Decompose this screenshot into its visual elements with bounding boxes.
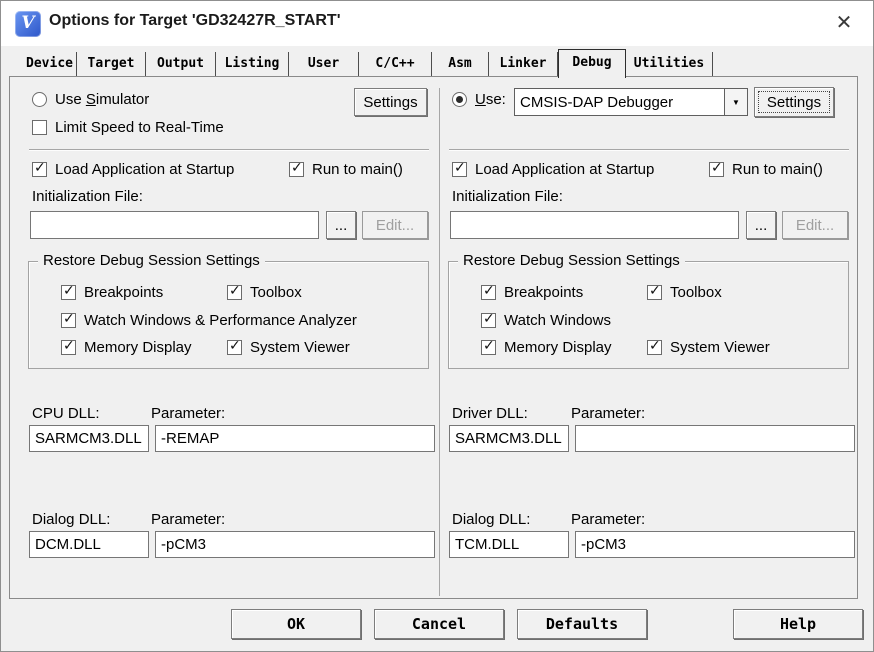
use-debugger-radio[interactable]: Use:	[452, 91, 506, 108]
debugger-settings-button[interactable]: Settings	[754, 87, 834, 117]
left-init-file-label: Initialization File:	[32, 188, 143, 205]
title-bar: V Options for Target 'GD32427R_START' ✕	[1, 1, 873, 46]
tab-device[interactable]: Device	[23, 52, 77, 76]
left-separator	[29, 149, 429, 150]
cpu-dll-label: CPU DLL:	[32, 405, 100, 422]
right-breakpoints-checkbox[interactable]: ✓ Breakpoints	[481, 284, 583, 301]
right-toolbox-checkbox[interactable]: ✓ Toolbox	[647, 284, 722, 301]
tab-target[interactable]: Target	[77, 52, 146, 76]
debugger-select[interactable]: CMSIS-DAP Debugger ▼	[514, 88, 748, 116]
checkbox-box: ✓	[61, 340, 76, 355]
right-dialog-dll-label: Dialog DLL:	[452, 511, 530, 528]
left-param1-input[interactable]	[155, 425, 435, 452]
ok-button[interactable]: OK	[231, 609, 361, 639]
right-dialog-dll-input[interactable]	[449, 531, 569, 558]
checkbox-box: ✓	[452, 162, 467, 177]
dialog-title: Options for Target 'GD32427R_START'	[49, 12, 341, 30]
checkbox-box: ✓	[481, 285, 496, 300]
driver-dll-input[interactable]	[449, 425, 569, 452]
left-param2-input[interactable]	[155, 531, 435, 558]
left-edit-button[interactable]: Edit...	[362, 211, 428, 239]
tab-debug[interactable]: Debug	[558, 49, 626, 78]
right-restore-group: Restore Debug Session Settings ✓ Breakpo…	[448, 261, 849, 369]
use-simulator-radio[interactable]: Use Simulator	[32, 91, 149, 108]
right-param1-input[interactable]	[575, 425, 855, 452]
left-memory-checkbox[interactable]: ✓ Memory Display	[61, 339, 192, 356]
checkbox-box: ✓	[61, 285, 76, 300]
right-load-app-checkbox[interactable]: ✓ Load Application at Startup	[452, 161, 654, 178]
tab-utilities[interactable]: Utilities	[626, 52, 713, 76]
left-dialog-dll-input[interactable]	[29, 531, 149, 558]
cancel-button[interactable]: Cancel	[374, 609, 504, 639]
chevron-down-icon[interactable]: ▼	[724, 89, 747, 115]
checkbox-box: ✓	[32, 162, 47, 177]
tab-asm[interactable]: Asm	[432, 52, 489, 76]
tab-ccpp[interactable]: C/C++	[359, 52, 432, 76]
left-init-file-input[interactable]	[30, 211, 319, 239]
left-param2-label: Parameter:	[151, 511, 225, 528]
checkbox-box: ✓	[709, 162, 724, 177]
left-param1-label: Parameter:	[151, 405, 225, 422]
left-browse-button[interactable]: ...	[326, 211, 356, 239]
right-param1-label: Parameter:	[571, 405, 645, 422]
uvision-logo-icon: V	[15, 11, 41, 37]
checkbox-box: ✓	[481, 340, 496, 355]
right-browse-button[interactable]: ...	[746, 211, 776, 239]
right-param2-label: Parameter:	[571, 511, 645, 528]
right-separator	[449, 149, 849, 150]
cpu-dll-input[interactable]	[29, 425, 149, 452]
checkbox-box: ✓	[32, 120, 47, 135]
radio-circle	[452, 92, 467, 107]
checkbox-box: ✓	[481, 313, 496, 328]
left-load-app-checkbox[interactable]: ✓ Load Application at Startup	[32, 161, 234, 178]
left-restore-group: Restore Debug Session Settings ✓ Breakpo…	[28, 261, 429, 369]
simulator-settings-button[interactable]: Settings	[354, 88, 427, 116]
checkbox-box: ✓	[61, 313, 76, 328]
checkbox-box: ✓	[227, 340, 242, 355]
left-dialog-dll-label: Dialog DLL:	[32, 511, 110, 528]
checkbox-box: ✓	[647, 285, 662, 300]
checkbox-box: ✓	[647, 340, 662, 355]
left-run-to-main-checkbox[interactable]: ✓ Run to main()	[289, 161, 403, 178]
left-system-viewer-checkbox[interactable]: ✓ System Viewer	[227, 339, 350, 356]
driver-dll-label: Driver DLL:	[452, 405, 528, 422]
right-param2-input[interactable]	[575, 531, 855, 558]
tab-linker[interactable]: Linker	[489, 52, 558, 76]
tab-output[interactable]: Output	[146, 52, 216, 76]
left-watch-checkbox[interactable]: ✓ Watch Windows & Performance Analyzer	[61, 312, 357, 329]
right-edit-button[interactable]: Edit...	[782, 211, 848, 239]
right-init-file-input[interactable]	[450, 211, 739, 239]
limit-speed-checkbox[interactable]: ✓ Limit Speed to Real-Time	[32, 119, 224, 136]
use-label: Use:	[475, 91, 506, 108]
right-run-to-main-checkbox[interactable]: ✓ Run to main()	[709, 161, 823, 178]
defaults-button[interactable]: Defaults	[517, 609, 647, 639]
debug-tab-page: Use Simulator Settings ✓ Limit Speed to …	[9, 76, 858, 599]
tab-user[interactable]: User	[289, 52, 359, 76]
options-dialog: V Options for Target 'GD32427R_START' ✕ …	[0, 0, 874, 652]
left-breakpoints-checkbox[interactable]: ✓ Breakpoints	[61, 284, 163, 301]
right-system-viewer-checkbox[interactable]: ✓ System Viewer	[647, 339, 770, 356]
right-memory-checkbox[interactable]: ✓ Memory Display	[481, 339, 612, 356]
checkbox-box: ✓	[289, 162, 304, 177]
left-toolbox-checkbox[interactable]: ✓ Toolbox	[227, 284, 302, 301]
right-init-file-label: Initialization File:	[452, 188, 563, 205]
use-simulator-label: Use Simulator	[55, 91, 149, 108]
help-button[interactable]: Help	[733, 609, 863, 639]
close-icon[interactable]: ✕	[829, 9, 859, 37]
radio-circle	[32, 92, 47, 107]
panel-divider	[439, 88, 440, 596]
checkbox-box: ✓	[227, 285, 242, 300]
right-watch-checkbox[interactable]: ✓ Watch Windows	[481, 312, 611, 329]
tab-listing[interactable]: Listing	[216, 52, 289, 76]
